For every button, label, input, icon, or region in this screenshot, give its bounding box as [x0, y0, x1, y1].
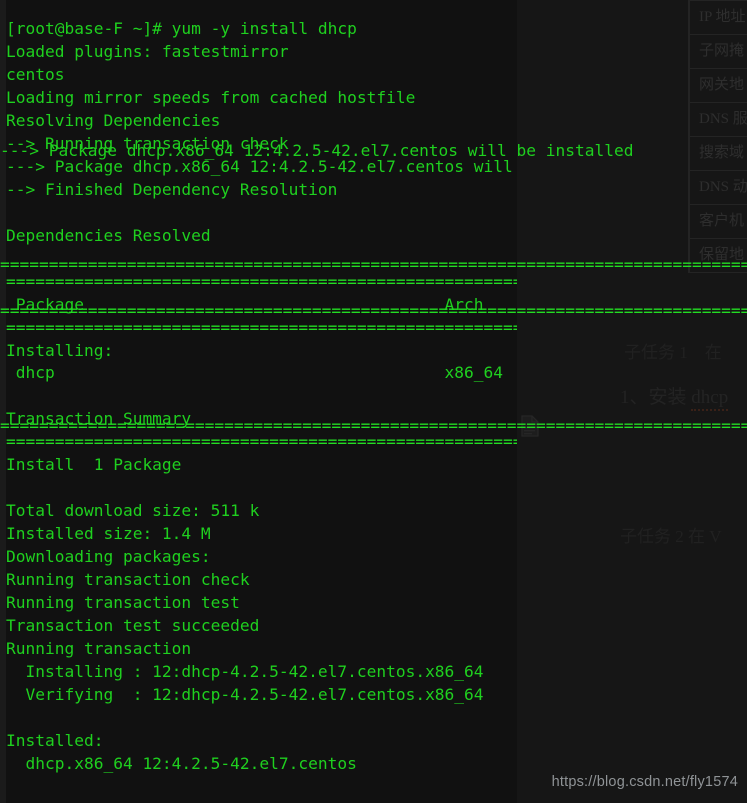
table-row: 搜索域: [688, 136, 747, 171]
table-cell-label: DNS 动: [688, 170, 747, 205]
terminal-window[interactable]: [root@base-F ~]# yum -y install dhcp Loa…: [0, 0, 517, 803]
document-file-icon: [521, 415, 539, 437]
table-row: 网关地: [688, 68, 747, 103]
document-install-step-package: dhcp: [691, 387, 729, 411]
watermark-url: https://blog.csdn.net/fly1574: [551, 774, 738, 790]
table-row: IP 地址: [688, 0, 747, 35]
background-parameter-table: IP 地址 子网掩 网关地 DNS 服 搜索域 DNS 动 客户机 保留地: [688, 0, 747, 273]
table-row: 子网掩: [688, 34, 747, 69]
table-cell-label: 网关地: [688, 68, 747, 103]
document-subtask-1-heading: 子任务 1 在: [624, 343, 722, 362]
table-cell-label: 子网掩: [688, 34, 747, 69]
document-install-step: 1、安装 dhcp: [620, 382, 729, 411]
document-install-step-prefix: 1、安装: [620, 387, 692, 408]
table-row: 保留地: [688, 238, 747, 273]
table-cell-label: 客户机: [688, 204, 747, 239]
table-row: DNS 动: [688, 170, 747, 205]
table-row: 客户机: [688, 204, 747, 239]
table-row: DNS 服: [688, 102, 747, 137]
screenshot-root: 一、实验名称：Linux 系统的网络连接应用... 二、实验名称：VSFTPD …: [0, 0, 747, 803]
table-cell-label: IP 地址: [688, 0, 747, 35]
table-cell-label: 保留地: [688, 238, 747, 273]
table-cell-label: 搜索域: [688, 136, 747, 171]
document-subtask-2-heading: 子任务 2 在 V: [620, 527, 722, 546]
terminal-output[interactable]: [root@base-F ~]# yum -y install dhcp Loa…: [6, 18, 517, 803]
table-cell-label: DNS 服: [688, 102, 747, 137]
